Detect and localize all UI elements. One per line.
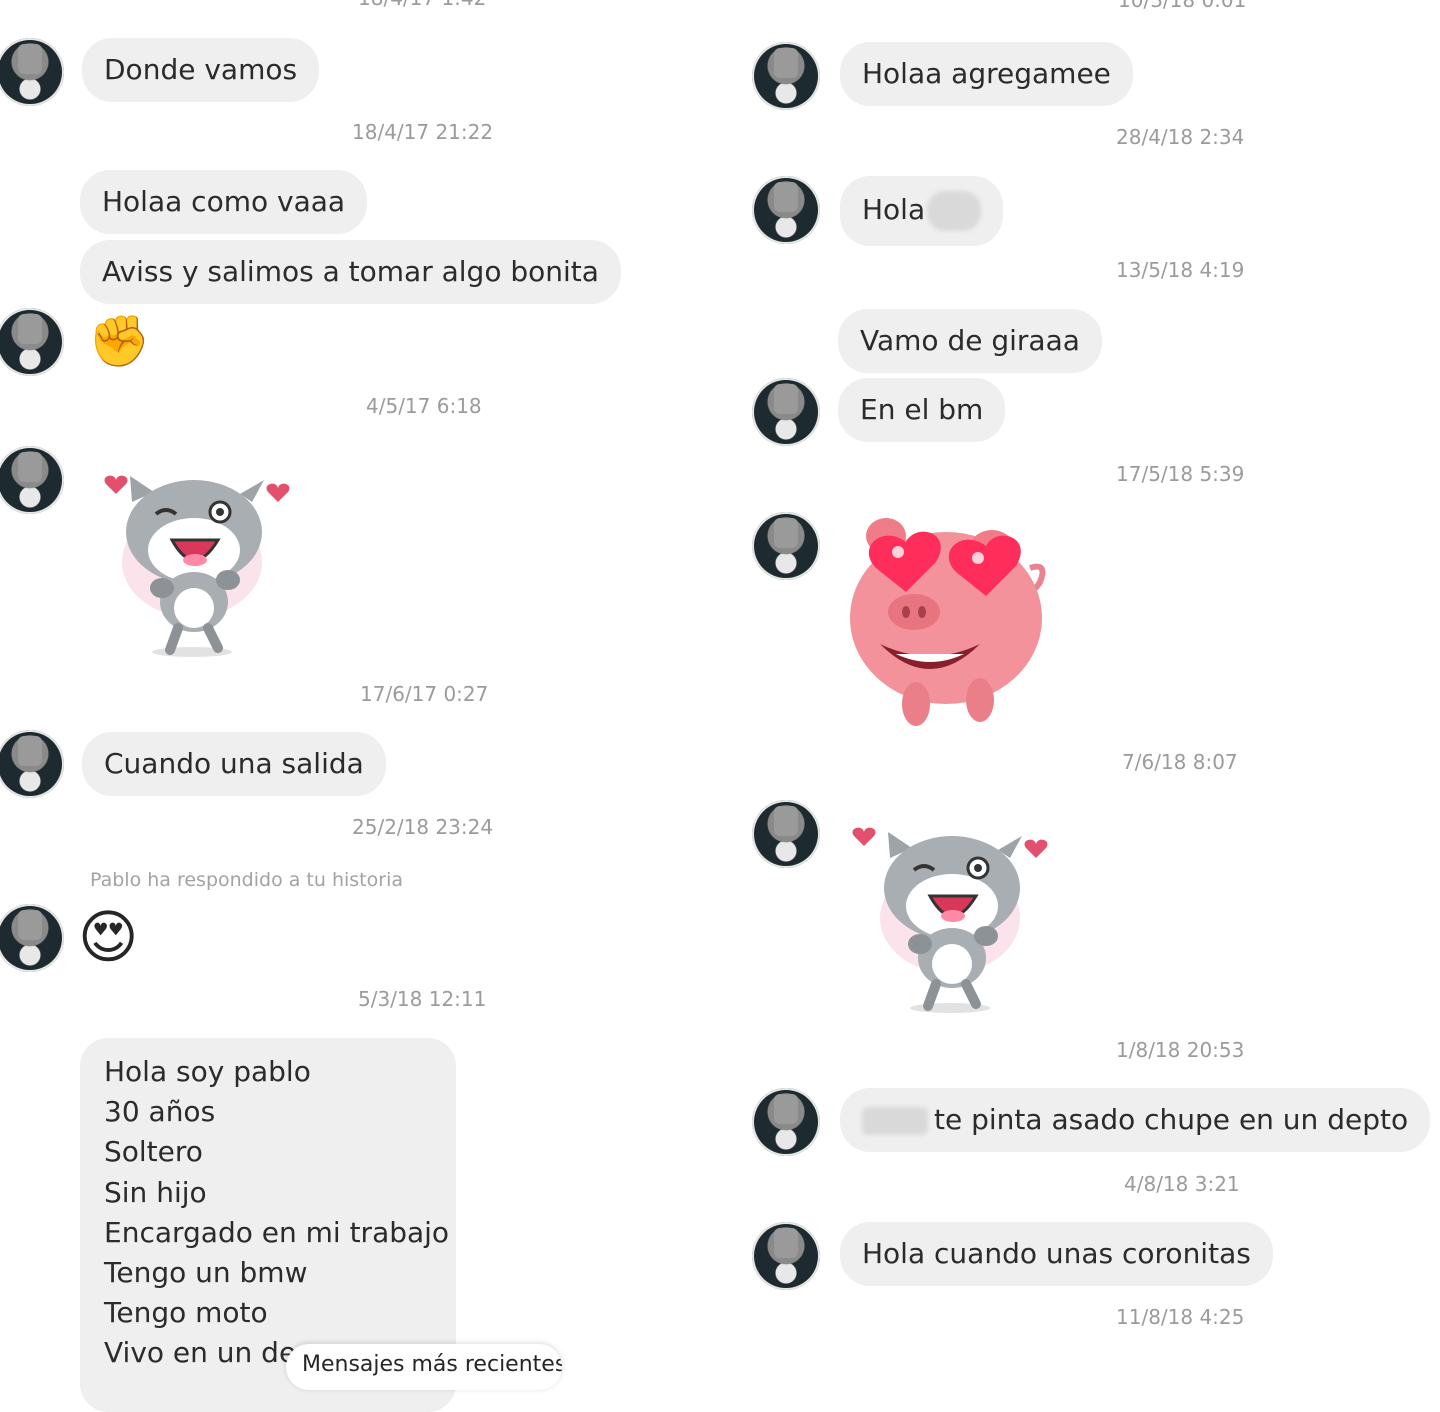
message-bubble[interactable]: Holaa agregamee [840,42,1133,106]
story-reply-note: Pablo ha respondido a tu historia [90,869,403,891]
message-text: te pinta asado chupe en un depto [934,1103,1409,1136]
avatar[interactable] [752,800,820,868]
avatar[interactable] [0,730,64,798]
timestamp: 1/8/18 20:53 [1116,1038,1245,1062]
intro-line: Tengo moto [104,1296,268,1330]
newer-messages-button[interactable]: Mensajes más recientes [286,1344,562,1390]
blurred-name [862,1107,928,1135]
right-chat-panel: 10/3/18 0:01 Holaa agregamee 28/4/18 2:3… [720,0,1440,1366]
avatar[interactable] [752,1088,820,1156]
timestamp: 17/6/17 0:27 [360,682,489,706]
winking-cat-sticker-icon[interactable] [92,462,292,658]
avatar[interactable] [0,904,64,972]
message-bubble[interactable]: Holaa como vaaa [80,170,368,234]
blurred-name [927,191,982,231]
avatar[interactable] [752,1222,820,1290]
timestamp: 5/3/18 12:11 [358,987,487,1011]
avatar[interactable] [752,378,820,446]
message-bubble[interactable]: Hola [840,176,1004,246]
heart-eyes-emoji-icon[interactable]: 😍 [78,900,138,974]
intro-line: Hola soy pablo [104,1055,311,1088]
timestamp: 25/2/18 23:24 [352,815,494,839]
timestamp: 28/4/18 2:34 [1116,125,1245,149]
avatar[interactable] [752,176,820,244]
avatar[interactable] [0,38,64,106]
avatar[interactable] [0,308,64,376]
timestamp: 4/8/18 3:21 [1124,1172,1240,1196]
avatar[interactable] [0,446,64,514]
message-bubble[interactable]: te pinta asado chupe en un depto [840,1088,1431,1152]
message-bubble[interactable]: Donde vamos [82,38,320,102]
message-bubble[interactable]: Vamo de giraaa [838,309,1102,373]
raised-fist-emoji-icon[interactable]: ✊ [88,308,150,374]
intro-line: Soltero [104,1135,203,1169]
intro-line: Encargado en mi trabajo [104,1215,450,1249]
timestamp: 13/5/18 4:19 [1116,258,1245,282]
message-text: Hola [862,193,926,226]
message-bubble[interactable]: En el bm [838,378,1006,442]
winking-cat-sticker-icon[interactable] [850,818,1050,1014]
avatar[interactable] [752,512,820,580]
timestamp: 11/8/18 4:25 [1116,1305,1245,1329]
timestamp: 10/3/18 0:01 [1118,0,1247,12]
timestamp: 18/4/17 1:42 [358,0,486,10]
intro-line: 30 años [104,1095,216,1129]
timestamp: 4/5/17 6:18 [366,394,482,418]
message-bubble[interactable]: Hola cuando unas coronitas [840,1222,1273,1286]
left-chat-panel: 18/4/17 1:42 Donde vamos 18/4/17 21:22 H… [0,0,720,1412]
timestamp: 7/6/18 8:07 [1122,750,1238,774]
message-bubble[interactable]: Cuando una salida [82,732,386,796]
intro-line: Tengo un bmw [104,1256,308,1290]
avatar[interactable] [752,42,820,110]
message-bubble[interactable]: Aviss y salimos a tomar algo bonita [80,240,621,304]
intro-line: Sin hijo [104,1175,207,1209]
heart-eyes-pig-sticker-icon[interactable] [846,508,1056,732]
timestamp: 17/5/18 5:39 [1116,462,1245,486]
timestamp: 18/4/17 21:22 [352,120,494,144]
